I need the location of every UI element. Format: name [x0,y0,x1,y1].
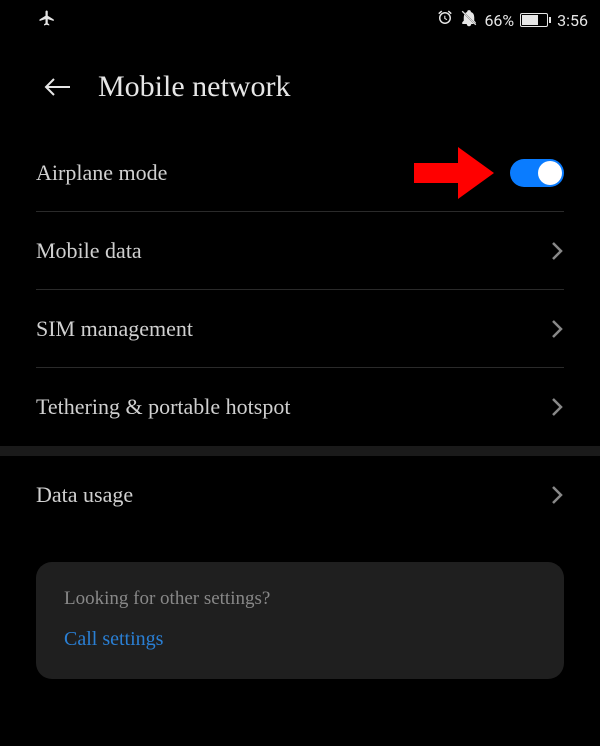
page-title: Mobile network [98,70,290,104]
status-bar: 66% 3:56 [0,0,600,40]
setting-label: SIM management [36,316,193,342]
back-icon[interactable] [42,75,74,99]
chevron-right-icon [550,484,564,506]
setting-label: Airplane mode [36,160,167,186]
setting-data-usage[interactable]: Data usage [36,456,564,534]
header: Mobile network [0,40,600,134]
battery-percent: 66% [484,11,514,30]
setting-label: Tethering & portable hotspot [36,394,290,420]
chevron-right-icon [550,318,564,340]
status-left [12,9,56,31]
alarm-icon [436,9,454,31]
battery-icon [520,13,551,27]
settings-list: Airplane mode Mobile data SIM management… [0,134,600,534]
status-time: 3:56 [557,11,588,30]
setting-mobile-data[interactable]: Mobile data [36,212,564,290]
setting-tethering[interactable]: Tethering & portable hotspot [36,368,564,446]
airplane-mode-toggle[interactable] [510,159,564,187]
status-right: 66% 3:56 [436,9,588,31]
annotation-arrow-icon [414,145,494,201]
footer-box: Looking for other settings? Call setting… [36,562,564,679]
chevron-right-icon [550,396,564,418]
airplane-icon [38,9,56,31]
setting-label: Data usage [36,482,133,508]
call-settings-link[interactable]: Call settings [64,628,536,651]
section-divider [0,446,600,456]
setting-label: Mobile data [36,238,142,264]
setting-airplane-mode[interactable]: Airplane mode [36,134,564,212]
chevron-right-icon [550,240,564,262]
mute-icon [460,9,478,31]
toggle-knob [538,161,562,185]
footer-question: Looking for other settings? [64,588,536,610]
setting-sim-management[interactable]: SIM management [36,290,564,368]
